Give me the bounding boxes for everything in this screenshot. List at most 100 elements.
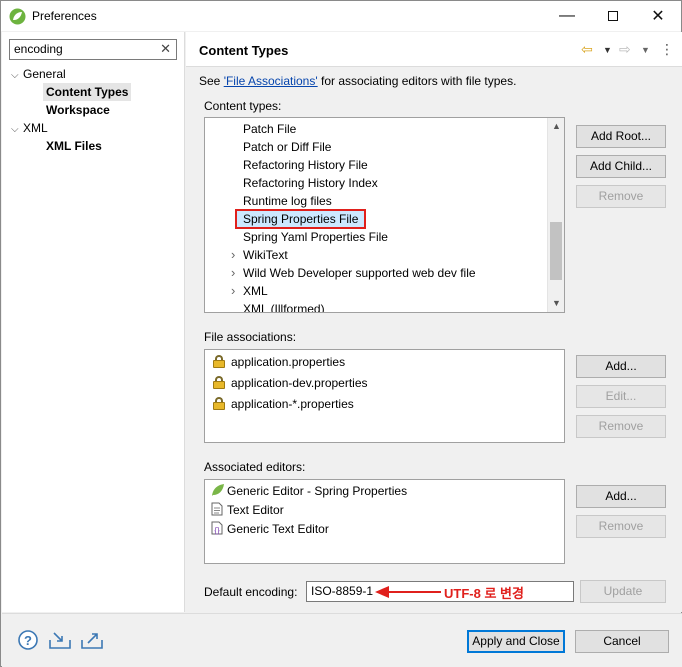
- remove-content-type-button[interactable]: Remove: [576, 185, 666, 208]
- edit-file-association-button[interactable]: Edit...: [576, 385, 666, 408]
- content-types-label: Content types:: [204, 99, 282, 113]
- chevron-down-icon[interactable]: ⌵: [11, 121, 23, 139]
- content-type-item[interactable]: Spring Properties File: [205, 209, 548, 229]
- maximize-icon: [608, 11, 618, 21]
- associated-editor-label: Generic Text Editor: [227, 522, 329, 536]
- spring-logo-icon: [9, 8, 26, 25]
- window-title: Preferences: [32, 9, 97, 23]
- content-type-item[interactable]: Refactoring History Index: [205, 174, 548, 192]
- page-header: Content Types ⇦ ▼ ⇨ ▼ ⋮: [186, 32, 682, 67]
- import-icon[interactable]: [48, 630, 72, 650]
- associated-editor-item[interactable]: {} Generic Text Editor: [211, 520, 329, 538]
- default-encoding-label: Default encoding:: [204, 585, 298, 599]
- tree-item-label: XML: [23, 121, 48, 135]
- description-text: for associating editors with file types.: [317, 74, 517, 88]
- lock-icon: [213, 376, 225, 389]
- back-arrow-icon[interactable]: ⇦: [581, 41, 593, 58]
- add-file-association-button[interactable]: Add...: [576, 355, 666, 378]
- preferences-window: Preferences — ✕ encoding ✕ ⌵ General Cont…: [0, 0, 682, 667]
- generic-editor-icon: {}: [211, 521, 227, 540]
- content-types-tree[interactable]: Patch File Patch or Diff File Refactoring …: [204, 117, 565, 313]
- content-type-label: Refactoring History Index: [243, 176, 378, 190]
- chevron-right-icon[interactable]: ›: [231, 282, 235, 300]
- content-type-item[interactable]: Runtime log files: [205, 192, 548, 210]
- tree-item-label: Workspace: [46, 103, 110, 117]
- file-association-item[interactable]: application-*.properties: [213, 395, 354, 413]
- associated-editors-label: Associated editors:: [204, 460, 306, 474]
- preference-tree-pane: encoding ✕ ⌵ General Content Types Worksp…: [2, 32, 185, 612]
- content-type-label: Spring Yaml Properties File: [243, 230, 388, 244]
- chevron-down-icon[interactable]: ▼: [641, 45, 650, 55]
- remove-editor-button[interactable]: Remove: [576, 515, 666, 538]
- add-editor-button[interactable]: Add...: [576, 485, 666, 508]
- file-associations-link[interactable]: 'File Associations': [224, 74, 318, 88]
- scrollbar-thumb[interactable]: [550, 222, 562, 280]
- content-type-label: Runtime log files: [243, 194, 332, 208]
- content-type-item[interactable]: › Wild Web Developer supported web dev fi…: [205, 264, 548, 282]
- tree-item-general[interactable]: ⌵ General: [11, 65, 66, 83]
- chevron-right-icon[interactable]: ›: [231, 246, 235, 264]
- help-icon[interactable]: ?: [18, 630, 38, 650]
- content-type-item[interactable]: Refactoring History File: [205, 156, 548, 174]
- associated-editor-item[interactable]: Text Editor: [211, 501, 284, 519]
- tree-item-content-types[interactable]: Content Types: [43, 83, 132, 101]
- text-file-icon: [211, 502, 227, 521]
- associated-editor-label: Generic Editor - Spring Properties: [227, 484, 408, 498]
- tree-item-workspace[interactable]: Workspace: [46, 101, 110, 119]
- maximize-button[interactable]: [590, 1, 636, 31]
- more-options-icon[interactable]: ⋮: [660, 41, 674, 58]
- annotation-text: UTF-8 로 변경: [444, 586, 524, 601]
- export-icon[interactable]: [80, 630, 104, 650]
- filter-input[interactable]: encoding ✕: [9, 39, 177, 60]
- minimize-icon: —: [559, 7, 575, 24]
- content-type-label: Spring Properties File: [235, 209, 367, 229]
- file-association-item[interactable]: application-dev.properties: [213, 374, 368, 392]
- associated-editors-list[interactable]: Generic Editor - Spring Properties Text E…: [204, 479, 565, 564]
- content-type-item[interactable]: Patch File: [205, 120, 548, 138]
- remove-file-association-button[interactable]: Remove: [576, 415, 666, 438]
- dialog-footer: ? Apply and Close Cancel: [2, 613, 682, 667]
- content-type-item[interactable]: XML (Illformed): [205, 300, 548, 313]
- tree-item-label: XML Files: [46, 139, 102, 153]
- content-types-scrollbar[interactable]: ▲ ▼: [547, 118, 564, 312]
- file-association-item[interactable]: application.properties: [213, 353, 345, 371]
- chevron-down-icon[interactable]: ⌵: [11, 67, 23, 85]
- chevron-down-icon[interactable]: ▼: [603, 45, 612, 55]
- file-association-label: application-*.properties: [231, 397, 354, 411]
- close-button[interactable]: ✕: [635, 1, 681, 31]
- content-type-item[interactable]: Spring Yaml Properties File: [205, 228, 548, 246]
- scroll-down-icon[interactable]: ▼: [548, 295, 564, 312]
- associated-editor-label: Text Editor: [227, 503, 284, 517]
- title-bar: Preferences — ✕: [1, 1, 681, 31]
- add-root-button[interactable]: Add Root...: [576, 125, 666, 148]
- forward-arrow-icon[interactable]: ⇨: [619, 41, 631, 58]
- spring-leaf-icon: [211, 483, 227, 502]
- content-type-item[interactable]: Patch or Diff File: [205, 138, 548, 156]
- content-type-label: Patch or Diff File: [243, 140, 332, 154]
- file-associations-label: File associations:: [204, 330, 297, 344]
- tree-item-label: Content Types: [46, 85, 129, 99]
- scroll-up-icon[interactable]: ▲: [548, 118, 564, 135]
- chevron-right-icon[interactable]: ›: [231, 264, 235, 282]
- svg-text:{}: {}: [214, 526, 220, 535]
- apply-and-close-button[interactable]: Apply and Close: [467, 630, 565, 653]
- tree-item-xml-files[interactable]: XML Files: [46, 137, 102, 155]
- clear-filter-icon[interactable]: ✕: [160, 41, 171, 57]
- file-association-label: application-dev.properties: [231, 376, 368, 390]
- minimize-button[interactable]: —: [544, 1, 590, 31]
- description-text: See: [199, 74, 224, 88]
- page-title: Content Types: [199, 43, 289, 58]
- cancel-button[interactable]: Cancel: [575, 630, 669, 653]
- content-type-label: Wild Web Developer supported web dev fil…: [243, 266, 476, 280]
- file-associations-list[interactable]: application.properties application-dev.pr…: [204, 349, 565, 443]
- associated-editor-item[interactable]: Generic Editor - Spring Properties: [211, 482, 407, 500]
- svg-text:?: ?: [24, 633, 32, 648]
- content-type-item[interactable]: › XML: [205, 282, 548, 300]
- close-icon: ✕: [651, 8, 665, 25]
- content-type-item[interactable]: › WikiText: [205, 246, 548, 264]
- file-association-label: application.properties: [231, 355, 346, 369]
- update-encoding-button[interactable]: Update: [580, 580, 666, 603]
- content-type-label: XML (Illformed): [243, 302, 325, 313]
- tree-item-xml[interactable]: ⌵ XML: [11, 119, 48, 137]
- add-child-button[interactable]: Add Child...: [576, 155, 666, 178]
